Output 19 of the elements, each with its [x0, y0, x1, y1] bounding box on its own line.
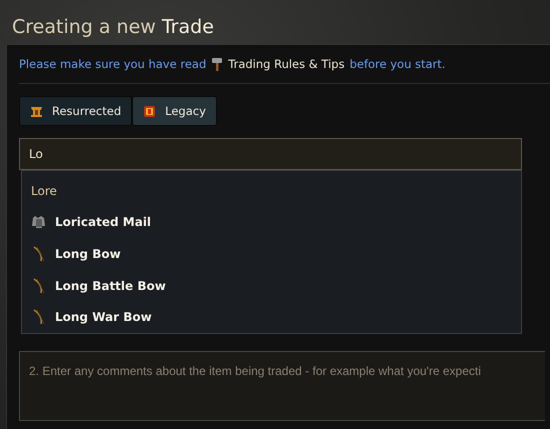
result-item[interactable]: Long Bow	[55, 246, 121, 261]
emblem-icon	[143, 104, 156, 118]
tab[interactable]: Resurrected	[19, 96, 132, 126]
search-field[interactable]: Lo	[19, 138, 522, 170]
result-item[interactable]: Loricated Mail	[55, 215, 152, 230]
page-title: Creating a new Trade	[11, 15, 215, 40]
result-item[interactable]: Long War Bow	[55, 310, 152, 324]
rules-link[interactable]: Trading Rules & Tips	[228, 57, 345, 71]
bow-icon	[31, 309, 47, 326]
result-heading[interactable]: Lore	[31, 184, 57, 198]
notice-text: before you start.	[350, 57, 446, 71]
result-item[interactable]: Long Battle Bow	[55, 278, 166, 293]
armor-icon	[31, 214, 47, 230]
comments-field[interactable]: 2. Enter any comments about the item being traded - for example what you're expecti	[19, 351, 545, 421]
bow-icon	[31, 246, 47, 262]
bow-icon	[31, 278, 47, 294]
hammer-icon	[211, 57, 224, 71]
tab[interactable]: Legacy	[132, 96, 217, 126]
notice-text: Please make sure you have read	[19, 57, 206, 71]
